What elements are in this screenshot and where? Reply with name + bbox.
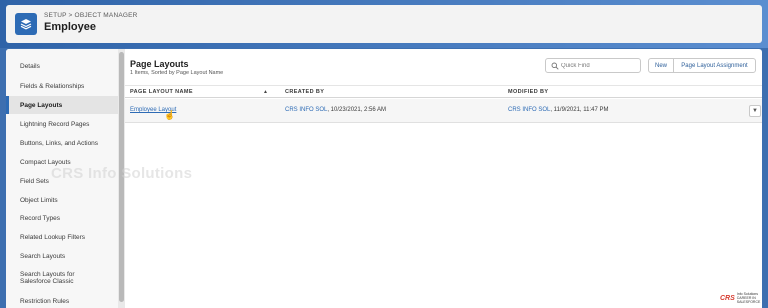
brand-logo-sub-line2: CAREER IN SALESFORCE	[736, 296, 761, 304]
column-header-created-by[interactable]: CREATED BY	[285, 89, 324, 95]
sidebar-item-buttons-links-actions[interactable]: Buttons, Links, and Actions	[6, 134, 118, 152]
sidebar-item-details[interactable]: Details	[6, 57, 118, 75]
hand-pointer-icon: ☝	[164, 110, 176, 120]
brand-logo-sub: Info Solutions CAREER IN SALESFORCE	[737, 292, 768, 304]
sidebar-item-fields-relationships[interactable]: Fields & Relationships	[6, 77, 118, 95]
sidebar-item-lightning-record-pages[interactable]: Lightning Record Pages	[6, 115, 118, 133]
quick-find-input[interactable]	[561, 60, 639, 71]
page-layout-assignment-button[interactable]: Page Layout Assignment	[673, 58, 756, 73]
chevron-down-icon[interactable]: ▼	[749, 105, 761, 117]
modified-by-date: , 11/9/2021, 11:47 PM	[550, 107, 609, 113]
brand-logo-main: CRS	[720, 294, 735, 302]
layers-icon	[15, 13, 37, 35]
sidebar-item-object-limits[interactable]: Object Limits	[6, 191, 118, 209]
object-header: SETUP > OBJECT MANAGER Employee	[6, 5, 762, 43]
search-icon	[551, 62, 559, 70]
sort-up-icon[interactable]: ▲	[263, 89, 268, 95]
quick-find-box[interactable]	[545, 58, 641, 73]
brand-logo: CRS Info Solutions CAREER IN SALESFORCE	[720, 292, 768, 304]
column-header-page-layout-name[interactable]: PAGE LAYOUT NAME	[130, 89, 193, 95]
new-button[interactable]: New	[648, 58, 674, 73]
sidebar-item-record-types[interactable]: Record Types	[6, 209, 118, 227]
modified-by-cell: CRS INFO SOL, 11/9/2021, 11:47 PM	[508, 107, 609, 113]
sidebar-item-label-line2: Salesforce Classic	[20, 278, 74, 285]
page-title: Employee	[44, 21, 96, 33]
table-header: PAGE LAYOUT NAME ▲ CREATED BY MODIFIED B…	[125, 85, 762, 98]
main-content: Page Layouts 1 Items, Sorted by Page Lay…	[125, 49, 762, 308]
breadcrumb[interactable]: SETUP > OBJECT MANAGER	[44, 12, 138, 19]
list-subtitle: 1 Items, Sorted by Page Layout Name	[130, 70, 224, 76]
created-by-date: , 10/23/2021, 2:56 AM	[327, 107, 387, 113]
table-row: Employee Layout CRS INFO SOL, 10/23/2021…	[125, 99, 762, 123]
modified-by-user-link[interactable]: CRS INFO SOL	[508, 107, 550, 113]
sidebar-item-label: Search Layouts for	[20, 271, 75, 278]
created-by-user-link[interactable]: CRS INFO SOL	[285, 107, 327, 113]
sidebar-item-search-layouts-classic[interactable]: Search Layouts for Salesforce Classic	[6, 266, 118, 290]
sidebar-item-restriction-rules[interactable]: Restriction Rules	[6, 292, 118, 308]
sidebar-item-search-layouts[interactable]: Search Layouts	[6, 247, 118, 265]
watermark-text: CRS Info Solutions	[51, 165, 193, 182]
list-title: Page Layouts	[130, 59, 189, 69]
content-panel: Details Fields & Relationships Page Layo…	[6, 49, 762, 308]
created-by-cell: CRS INFO SOL, 10/23/2021, 2:56 AM	[285, 107, 386, 113]
column-header-modified-by[interactable]: MODIFIED BY	[508, 89, 548, 95]
sidebar-item-related-lookup-filters[interactable]: Related Lookup Filters	[6, 228, 118, 246]
sidebar-item-page-layouts[interactable]: Page Layouts	[6, 96, 118, 114]
